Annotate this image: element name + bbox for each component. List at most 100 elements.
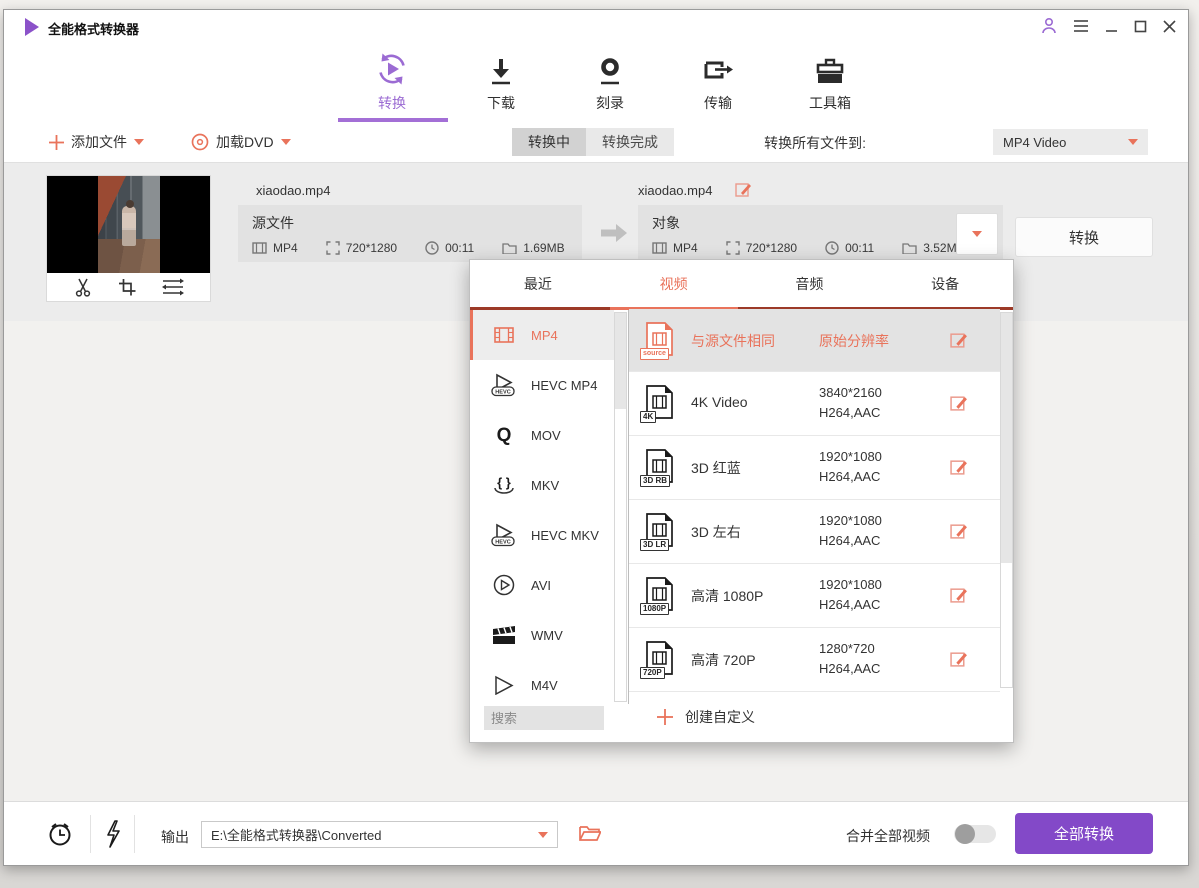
svg-text:Q: Q <box>497 425 512 446</box>
app-window: 全能格式转换器 转换 下载 刻录 <box>3 9 1189 866</box>
format-picker-popup: 最近 视频 音频 设备 MP4 HEVC HEVC MP4 Q <box>469 259 1014 743</box>
svg-text:HEVC: HEVC <box>495 390 511 396</box>
chevron-down-icon <box>1128 139 1138 145</box>
nav-tab-convert[interactable]: 转换 <box>337 49 447 113</box>
resolution-icon <box>326 241 340 255</box>
quicktime-icon: Q <box>491 424 517 446</box>
format-badge: 3D RB <box>640 475 670 487</box>
preset-row-3d-lr[interactable]: 3D LR 3D 左右 1920*1080H264,AAC <box>629 500 1000 564</box>
chevron-down-icon <box>134 139 144 145</box>
video-file-icon: 3D RB <box>643 449 679 487</box>
format-item-wmv[interactable]: WMV <box>470 610 614 660</box>
convert-all-button[interactable]: 全部转换 <box>1015 813 1153 854</box>
clapperboard-icon <box>491 625 517 645</box>
user-icon[interactable] <box>1041 17 1057 35</box>
performance-bolt-icon[interactable] <box>104 820 122 848</box>
rename-edit-icon[interactable] <box>735 181 752 198</box>
video-file-icon: 4K <box>643 385 679 423</box>
popup-tab-video[interactable]: 视频 <box>606 260 742 307</box>
plus-icon <box>657 709 673 725</box>
add-file-button[interactable]: 添加文件 <box>49 122 144 162</box>
popup-tab-audio[interactable]: 音频 <box>742 260 878 307</box>
edit-icon[interactable] <box>950 650 968 668</box>
chevron-down-icon <box>972 231 982 237</box>
preset-row-720p[interactable]: 720P 高清 720P 1280*720H264,AAC <box>629 628 1000 692</box>
target-format-dropdown-button[interactable] <box>956 213 998 255</box>
thumbnail-photo <box>98 176 160 273</box>
main-nav: 转换 下载 刻录 传输 工具箱 <box>4 44 1188 122</box>
format-item-hevc-mp4[interactable]: HEVC HEVC MP4 <box>470 360 614 410</box>
preset-row-4k[interactable]: 4K 4K Video 3840*2160H264,AAC <box>629 372 1000 436</box>
preset-row-1080p[interactable]: 1080P 高清 1080P 1920*1080H264,AAC <box>629 564 1000 628</box>
edit-icon[interactable] <box>950 586 968 604</box>
source-file-icon: source <box>643 322 679 360</box>
edit-icon[interactable] <box>950 394 968 412</box>
crop-icon[interactable] <box>118 278 136 297</box>
format-search-input[interactable] <box>484 706 604 730</box>
format-item-m4v[interactable]: M4V <box>470 660 614 704</box>
trim-scissors-icon[interactable] <box>74 277 92 297</box>
maximize-icon[interactable] <box>1134 20 1147 33</box>
format-item-avi[interactable]: AVI <box>470 560 614 610</box>
edit-icon[interactable] <box>950 331 968 349</box>
output-format-dropdown[interactable]: MP4 Video <box>993 129 1148 155</box>
nav-tab-burn[interactable]: 刻录 <box>555 49 665 113</box>
convert-state-tabs: 转换中 转换完成 <box>512 128 674 156</box>
nav-tab-download[interactable]: 下载 <box>446 49 556 113</box>
convert-row-button[interactable]: 转换 <box>1015 217 1153 257</box>
close-icon[interactable] <box>1163 20 1176 33</box>
effects-sliders-icon[interactable] <box>162 278 184 296</box>
source-info-box: 源文件 MP4 720*1280 00:11 1.69MB <box>238 205 582 262</box>
format-item-mkv[interactable]: { } MKV <box>470 460 614 510</box>
nav-tab-toolbox[interactable]: 工具箱 <box>775 49 885 113</box>
titlebar: 全能格式转换器 <box>4 10 1188 44</box>
convert-icon <box>337 49 447 87</box>
edit-icon[interactable] <box>950 522 968 540</box>
chevron-down-icon <box>281 139 291 145</box>
download-icon <box>446 49 556 87</box>
popup-tab-device[interactable]: 设备 <box>877 260 1013 307</box>
video-thumbnail[interactable] <box>47 176 210 273</box>
format-list-scrollbar[interactable] <box>614 312 627 702</box>
target-file-name: xiaodao.mp4 <box>638 183 712 198</box>
merge-all-label: 合并全部视频 <box>846 826 930 846</box>
load-dvd-button[interactable]: 加载DVD <box>191 122 291 162</box>
preset-panel: source 与源文件相同 原始分辨率 4K 4K Video 3840*216… <box>629 309 1000 743</box>
plus-icon <box>49 135 64 150</box>
svg-text:HEVC: HEVC <box>495 540 511 546</box>
preset-list-scrollbar[interactable] <box>1000 312 1013 688</box>
app-logo-icon <box>25 18 39 36</box>
matroska-icon: { } <box>491 474 517 496</box>
format-item-mp4[interactable]: MP4 <box>470 310 614 360</box>
format-badge: 4K <box>640 411 656 423</box>
create-custom-button[interactable]: 创建自定义 <box>629 692 1000 742</box>
nav-tab-transfer[interactable]: 传输 <box>663 49 773 113</box>
folder-icon <box>902 242 917 254</box>
convert-all-label: 转换所有文件到: <box>764 133 866 153</box>
minimize-icon[interactable] <box>1105 20 1118 33</box>
hevc-play-icon: HEVC <box>491 373 517 397</box>
output-path-combobox[interactable]: E:\全能格式转换器\Converted <box>201 821 558 848</box>
format-item-mov[interactable]: Q MOV <box>470 410 614 460</box>
popup-tab-recent[interactable]: 最近 <box>470 260 606 307</box>
open-folder-icon[interactable] <box>579 824 601 842</box>
tab-finished[interactable]: 转换完成 <box>586 128 674 156</box>
format-badge: 3D LR <box>640 539 669 551</box>
clock-icon <box>825 241 839 255</box>
merge-all-toggle[interactable] <box>954 825 996 843</box>
svg-text:{ }: { } <box>497 475 511 490</box>
clock-icon <box>425 241 439 255</box>
preset-row-same-as-source[interactable]: source 与源文件相同 原始分辨率 <box>629 309 1000 372</box>
tab-converting[interactable]: 转换中 <box>512 128 586 156</box>
format-item-hevc-mkv[interactable]: HEVC HEVC MKV <box>470 510 614 560</box>
divider <box>134 815 135 853</box>
film-icon <box>252 242 267 254</box>
burn-icon <box>555 49 665 87</box>
format-badge: source <box>640 348 669 360</box>
menu-icon[interactable] <box>1073 19 1089 33</box>
toolbar: 添加文件 加载DVD 转换中 转换完成 转换所有文件到: MP4 Video <box>4 122 1188 163</box>
edit-icon[interactable] <box>950 458 968 476</box>
preset-row-3d-rb[interactable]: 3D RB 3D 红蓝 1920*1080H264,AAC <box>629 436 1000 500</box>
video-file-icon: 3D LR <box>643 513 679 551</box>
schedule-alarm-icon[interactable] <box>46 820 74 848</box>
